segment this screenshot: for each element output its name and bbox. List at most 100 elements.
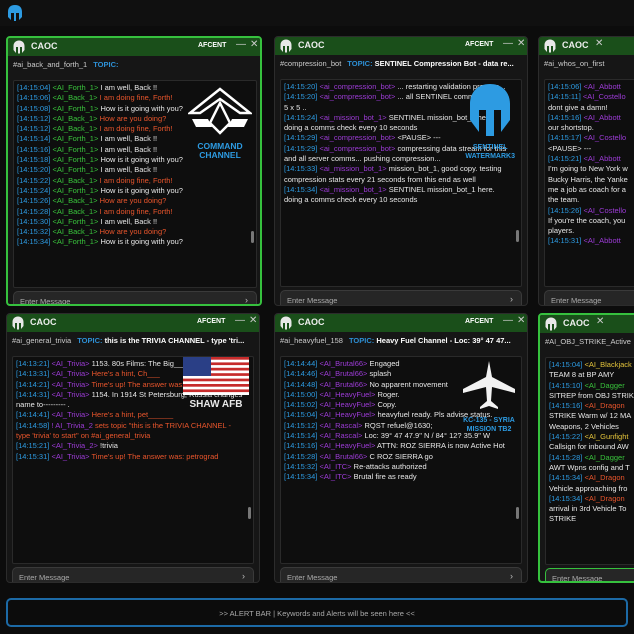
channel-name: #ai_general_trivia (12, 336, 72, 345)
minimize-icon[interactable]: — (503, 38, 513, 49)
message-input[interactable]: Enter Message (544, 290, 634, 305)
chat-message: [14:15:16] <AI_Dragon (549, 401, 634, 411)
close-icon[interactable]: ✕ (517, 315, 525, 326)
message-text: How is it going with you? (100, 103, 183, 113)
minimize-icon[interactable]: — (236, 39, 246, 50)
message-timestamp: [14:15:20] (284, 82, 318, 91)
minimize-icon[interactable]: — (235, 315, 245, 326)
message-text: I am doing fine, Forth! (99, 124, 173, 134)
message-nick: <AI_Forth_1> (52, 134, 99, 144)
message-timestamp: [14:14:46] (284, 369, 318, 379)
message-input-placeholder: Enter Message (551, 296, 602, 305)
message-timestamp: [14:15:14] (17, 134, 51, 144)
topic-label: TOPIC: (93, 60, 119, 69)
message-log[interactable]: [14:15:04] <AI_Forth_1> I am well, Back … (13, 80, 257, 288)
scrollbar-thumb[interactable] (516, 507, 519, 519)
chat-message: [14:15:28] <AI_Dagger (549, 453, 634, 463)
message-timestamp: [14:15:21] (16, 441, 50, 451)
message-nick: <AI_Trivia> (51, 369, 90, 379)
message-input[interactable]: Enter Message › (280, 290, 522, 305)
message-input-placeholder: Enter Message (287, 296, 338, 305)
message-timestamp: [14:15:28] (549, 452, 583, 462)
channel-name: #ai_whos_on_first (544, 59, 605, 68)
message-nick: <AI_Back_1> (52, 196, 98, 206)
watermark-text: SHAW AFB (189, 399, 243, 410)
tanker-aircraft-icon (463, 361, 515, 409)
message-log[interactable]: [14:13:21] <AI_Trivia> 1153. 80s Films: … (12, 356, 254, 564)
message-log[interactable]: [14:15:06] <AI_Abbott [14:15:11] <AI_Cost… (544, 79, 634, 287)
message-log[interactable]: [14:14:44] <AI_Brutal66> Engaged [14:14:4… (280, 356, 522, 564)
chat-message: arrival in 3rd Vehicle To (549, 504, 634, 514)
message-timestamp: [14:14:31] (16, 389, 50, 399)
chat-message: [14:14:41] <AI_Trivia> Here's a hint, pe… (16, 410, 246, 420)
panel-title-bar[interactable]: CAOC AFCENT — ✕ (275, 314, 527, 332)
message-log[interactable]: [14:15:04] <AI_Blackjack TEAM 8 at BP AMY… (545, 357, 634, 565)
chat-panel: CAOC AFCENT — ✕ #ai_back_and_forth_1 TOPIC: [1… (6, 36, 262, 306)
message-text: How are you doing? (99, 196, 167, 206)
minimize-icon[interactable]: — (503, 315, 513, 326)
message-nick: <AI_Dagger (584, 452, 625, 462)
chat-message: TEAM 8 at BP AMY (549, 370, 634, 380)
message-nick: <AI_Brutal66> (319, 451, 368, 461)
message-nick: <AI_Forth_1> (52, 165, 99, 175)
message-text: splash (369, 369, 392, 379)
close-icon[interactable]: ✕ (249, 315, 257, 326)
message-nick: <AI_Brutal66> (319, 369, 368, 379)
send-chevron-icon[interactable]: › (242, 571, 245, 581)
message-text: I am doing fine, Forth! (99, 175, 173, 185)
panel-title-bar[interactable]: CAOC AFCENT — ✕ (275, 37, 527, 55)
message-text: Time's up! The answer was: petrograd (91, 451, 219, 461)
close-icon[interactable]: ✕ (596, 316, 604, 327)
message-text: I am well, Back !! (100, 134, 158, 144)
chat-message: [14:15:30] <AI_Forth_1> I am well, Back … (17, 217, 249, 227)
org-label: AFCENT (198, 42, 227, 49)
message-text: sets topic "this is the TRIVIA CHANNEL -… (16, 420, 232, 441)
panel-title-bar[interactable]: CAOC ✕ (539, 37, 634, 55)
send-chevron-icon[interactable]: › (510, 294, 513, 304)
message-text: How is it going with you? (100, 185, 183, 195)
message-timestamp: [14:15:04] (549, 360, 583, 369)
message-text: me a job as coach for a (548, 184, 626, 194)
panel-title-bar[interactable]: CAOC ✕ (540, 315, 634, 333)
scrollbar-thumb[interactable] (251, 231, 254, 243)
message-input[interactable]: Enter Message › (280, 567, 522, 582)
topic-text: Heavy Fuel Channel - Loc: 39° 47 47... (376, 336, 511, 345)
scrollbar-thumb[interactable] (248, 507, 251, 519)
close-icon[interactable]: ✕ (595, 38, 603, 49)
message-text: How are you doing? (99, 227, 167, 237)
message-input[interactable]: Enter Message (545, 568, 634, 581)
org-label: AFCENT (197, 318, 226, 325)
message-text: RQST refuel@1630; (364, 420, 433, 430)
message-nick: <AI_Back_1> (52, 206, 98, 216)
message-text: AWT Wpns config and T (549, 462, 630, 472)
message-text: Re-attacks authorized (353, 461, 427, 471)
send-chevron-icon[interactable]: › (245, 295, 248, 304)
scrollbar-thumb[interactable] (516, 230, 519, 242)
send-chevron-icon[interactable]: › (510, 571, 513, 581)
message-text: Callsign for inbound AW (549, 442, 629, 452)
message-nick: <AI_Forth_1> (52, 216, 99, 226)
message-nick: <AI_Forth_1> (52, 83, 99, 92)
channel-name: #compression_bot (280, 59, 342, 68)
channel-watermark: COMMAND CHANNEL (186, 83, 254, 160)
chat-message: [14:15:34] <AI_ITC> Brutal fire as ready (284, 472, 514, 482)
message-timestamp: [14:15:21] (548, 154, 582, 164)
channel-topic-row: #AI_OBJ_STRIKE_Active (540, 333, 634, 349)
message-nick: <AI_Costello (583, 205, 627, 215)
panel-title-bar[interactable]: CAOC AFCENT — ✕ (8, 38, 260, 56)
chat-message: the team. (548, 195, 634, 205)
message-list: [14:15:06] <AI_Abbott [14:15:11] <AI_Cost… (545, 80, 634, 249)
message-timestamp: [14:15:12] (17, 113, 51, 123)
message-log[interactable]: [14:15:20] <ai_compression_bot> ... rest… (280, 79, 522, 287)
message-input[interactable]: Enter Message › (13, 291, 257, 304)
message-text: Here's a hint, Ch___ (91, 369, 160, 379)
message-nick: <AI_ITC> (319, 461, 352, 471)
message-input[interactable]: Enter Message › (12, 567, 254, 582)
close-icon[interactable]: ✕ (250, 39, 258, 50)
message-text: No apparent movement (369, 379, 448, 389)
message-timestamp: [14:15:24] (17, 185, 51, 195)
message-timestamp: [14:15:00] (284, 389, 318, 399)
panel-title-bar[interactable]: CAOC AFCENT — ✕ (7, 314, 259, 332)
close-icon[interactable]: ✕ (517, 38, 525, 49)
message-text: STRIKE (549, 514, 577, 524)
